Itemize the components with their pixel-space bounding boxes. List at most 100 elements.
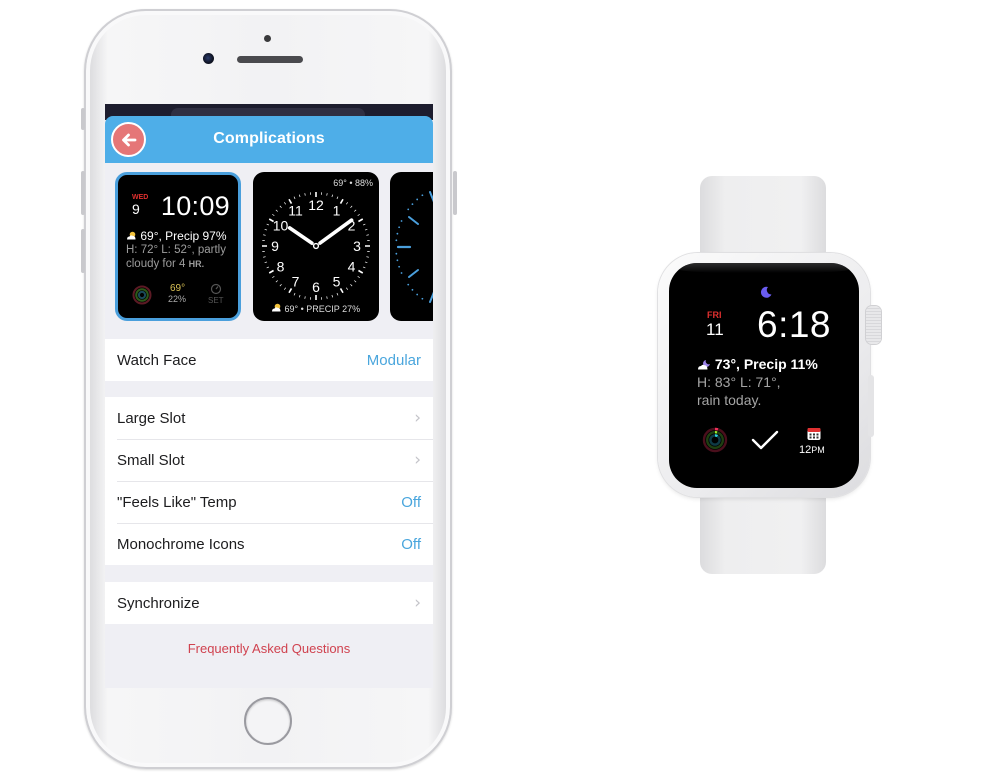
row-label: Large Slot: [117, 409, 186, 427]
watch-weather-line: 73°, Precip 11%: [697, 356, 818, 372]
watch-day: FRI: [707, 310, 722, 320]
power-button: [453, 171, 457, 215]
timer-icon: [210, 283, 222, 295]
dial-tick: [298, 294, 301, 298]
dial-tick: [345, 287, 349, 290]
face-preview-modular[interactable]: WED 9 10:09 69°, Precip 97% H: 72° L: 52…: [115, 172, 241, 321]
dial-numeral: 8: [277, 259, 285, 275]
iphone-device: Complications WED 9 10:09 69°, Precip 97…: [81, 9, 457, 769]
activity-rings-icon: [132, 285, 152, 305]
dial-dot: [416, 293, 419, 296]
face-time: 10:09: [160, 191, 230, 221]
analog-dial-partial: [395, 191, 433, 303]
checkmark-icon: [751, 430, 779, 450]
volume-up-button: [81, 171, 85, 215]
timer-label: SET: [208, 296, 224, 305]
face-detail-line2: cloudy for 4 HR.: [126, 258, 204, 270]
row-label: Small Slot: [117, 451, 185, 469]
row-value: Off: [401, 493, 421, 511]
night-cloudy-icon: [698, 360, 710, 370]
face-bottom-text: 69° • PRECIP 27%: [284, 304, 361, 314]
digital-crown[interactable]: [866, 306, 881, 344]
dial-tick: [339, 198, 344, 204]
dial-tick: [339, 288, 344, 294]
face-preview-partial[interactable]: [390, 172, 433, 321]
partly-cloudy-icon: [272, 303, 281, 312]
dial-tick: [272, 213, 275, 217]
dial-tick: [304, 296, 306, 299]
dial-tick: [345, 202, 349, 205]
faq-link[interactable]: Frequently Asked Questions: [105, 641, 433, 656]
dial-tick: [362, 266, 366, 269]
watch-face-carousel[interactable]: WED 9 10:09 69°, Precip 97% H: 72° L: 52…: [105, 172, 433, 332]
dial-numeral: 11: [288, 202, 303, 218]
dial-numeral: 1: [333, 202, 341, 218]
dial-tick: [283, 202, 287, 205]
dial-dot: [411, 203, 414, 206]
watch-detail-line2: rain today.: [697, 392, 762, 408]
face-detail-line1: H: 72° L: 52°, partly: [126, 244, 226, 256]
monochrome-icons-row[interactable]: Monochrome Icons Off: [105, 523, 433, 565]
dial-dot: [407, 283, 410, 286]
dial-numeral: 9: [271, 238, 279, 254]
dial-tick: [304, 193, 306, 196]
dial-dot: [421, 297, 424, 300]
navigation-bar: Complications: [105, 116, 433, 163]
large-slot-row[interactable]: Large Slot ›: [105, 397, 433, 439]
dial-tick: [275, 280, 278, 283]
hand-pivot: [312, 242, 320, 250]
row-value: Modular: [366, 351, 421, 369]
face-preview-utility[interactable]: 69° • 88% 12 1 2 3 4 5 6 7 8 9 10 11 69° • PRECIP 2…: [253, 172, 379, 321]
chevron-right-icon: ›: [414, 593, 421, 613]
dial-tick: [264, 261, 268, 264]
dial-tick: [358, 218, 364, 223]
face-weather-text: 69°, Precip 97%: [140, 229, 227, 243]
mute-switch: [81, 108, 85, 130]
partly-cloudy-icon: [127, 231, 136, 240]
dial-tick: [357, 275, 360, 279]
face-date: 9: [132, 201, 140, 217]
dial-tick: [264, 228, 268, 231]
calendar-suffix: PM: [811, 445, 825, 455]
dial-tick: [279, 205, 282, 208]
screen-glare: [677, 263, 851, 273]
dial-dot: [411, 288, 414, 291]
sync-group: Synchronize ›: [105, 582, 433, 624]
dial-tick: [263, 256, 266, 258]
watch-screen: FRI 11 6:18 73°, Precip 11% H: 83° L: 71…: [669, 263, 859, 488]
feels-like-temp-row[interactable]: "Feels Like" Temp Off: [105, 481, 433, 523]
watch-side-button[interactable]: [868, 375, 874, 437]
dial-numeral: 3: [353, 238, 361, 254]
dial-tick: [266, 266, 270, 269]
dial-tick: [354, 280, 357, 283]
small-slot-row[interactable]: Small Slot ›: [105, 439, 433, 481]
dial-numeral: 6: [312, 279, 320, 295]
row-label: "Feels Like" Temp: [117, 493, 237, 511]
dial-dot: [407, 208, 410, 211]
dial-tick: [357, 213, 360, 217]
watch-face-group: Watch Face Modular: [105, 339, 433, 381]
dial-dot: [395, 252, 398, 255]
dial-dot: [396, 232, 399, 235]
dial-tick: [279, 284, 282, 287]
dial-tick: [298, 194, 301, 198]
dial-tick: [331, 194, 334, 198]
watch-face-row[interactable]: Watch Face Modular: [105, 339, 433, 381]
dial-dot: [416, 198, 419, 201]
watch-weather-text: 73°, Precip 11%: [714, 356, 818, 372]
proximity-sensor: [264, 35, 271, 42]
dial-tick: [326, 296, 328, 299]
dial-tick: [275, 209, 278, 212]
dial-tick: [283, 287, 287, 290]
dial-tick: [350, 205, 353, 208]
dial-tick: [336, 196, 339, 200]
dial-tick: [263, 234, 266, 236]
watch-detail-line1: H: 83° L: 71°,: [697, 374, 781, 390]
hour-hand: [287, 226, 314, 245]
dial-numeral: 7: [292, 274, 300, 290]
synchronize-row[interactable]: Synchronize ›: [105, 582, 433, 624]
dial-tick: [266, 223, 270, 226]
watch-time: 6:18: [757, 304, 832, 345]
home-button[interactable]: [244, 697, 292, 745]
page-title: Complications: [213, 130, 325, 147]
